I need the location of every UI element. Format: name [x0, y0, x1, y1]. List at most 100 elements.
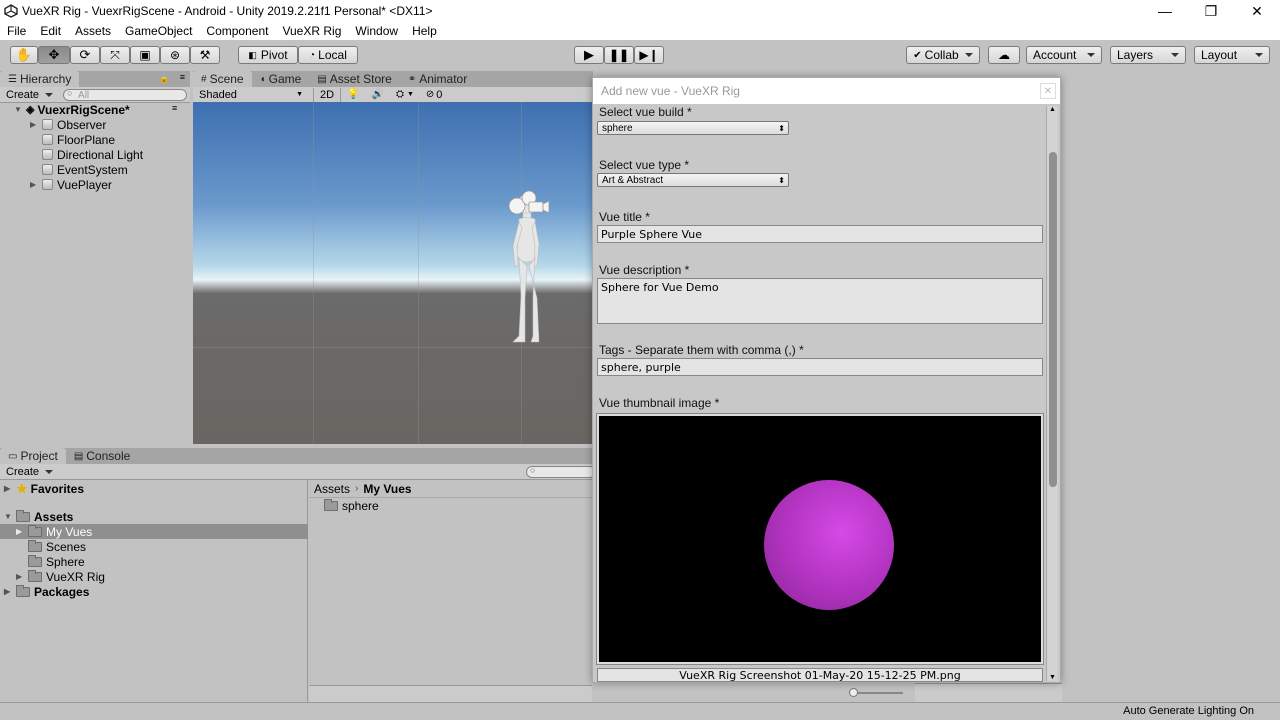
folder-item-sphere[interactable]: sphere [324, 498, 379, 513]
tab-asset-store[interactable]: ▤ Asset Store [309, 71, 399, 87]
assets-item-my-vues[interactable]: ▶ My Vues [0, 524, 308, 539]
scroll-up-icon[interactable]: ▲ [1049, 106, 1056, 113]
scene-viewport[interactable] [193, 102, 593, 444]
assets-item-scenes[interactable]: Scenes [28, 539, 86, 554]
vue-title-input[interactable]: Purple Sphere Vue [597, 225, 1043, 243]
hierarchy-panel: ☰ Hierarchy 🔒 ≡ Create All ▼ ◈ VuexrRigS… [0, 71, 190, 444]
vue-build-select[interactable]: sphere [597, 121, 789, 135]
project-search-input[interactable] [526, 465, 596, 478]
hierarchy-create-label: Create [6, 88, 40, 101]
menu-gameobject[interactable]: GameObject [118, 24, 199, 38]
restore-button[interactable]: ❐ [1188, 0, 1234, 22]
dialog-title: Add new vue - VueXR Rig [601, 84, 740, 98]
tools-icon: ⚒ [199, 48, 211, 62]
scene-menu-icon[interactable]: ≡ [172, 103, 177, 113]
minimize-button[interactable]: — [1142, 0, 1188, 22]
menu-file[interactable]: File [0, 24, 33, 38]
tab-game[interactable]: ◖ Game [252, 71, 310, 87]
panel-menu-icon[interactable]: ≡ [180, 72, 185, 82]
hidden-objects-toggle[interactable]: ⊘ 0 [420, 88, 449, 102]
zoom-slider-handle[interactable] [849, 688, 858, 697]
hierarchy-item-observer[interactable]: ▶ Observer [30, 117, 106, 132]
folder-icon [16, 584, 30, 597]
rotate-tool-button[interactable]: ⟳ [70, 46, 100, 64]
pivot-toggle[interactable]: ◧ Pivot [238, 46, 298, 64]
play-button[interactable]: ▶ [574, 46, 604, 64]
breadcrumb-current[interactable]: My Vues [363, 482, 411, 496]
audio-toggle[interactable]: 🔊 [366, 88, 390, 102]
collapse-triangle-icon[interactable]: ▶ [16, 527, 28, 536]
tab-animator[interactable]: ⚭ Animator [400, 71, 475, 87]
vue-description-textarea[interactable]: Sphere for Vue Demo [597, 278, 1043, 324]
collapse-triangle-icon[interactable]: ▶ [30, 120, 42, 129]
favorites-item[interactable]: ▶ ★ Favorites [4, 481, 84, 496]
assets-item-vuexr-rig[interactable]: ▶ VueXR Rig [16, 569, 105, 584]
tags-input[interactable]: sphere, purple [597, 358, 1043, 376]
pause-button[interactable]: ❚❚ [604, 46, 634, 64]
collapse-triangle-icon[interactable]: ▶ [16, 572, 28, 581]
cloud-button[interactable]: ☁ [988, 46, 1020, 64]
dialog-titlebar[interactable]: Add new vue - VueXR Rig ✕ [593, 78, 1060, 104]
packages-item[interactable]: ▶ Packages [4, 584, 89, 599]
menu-component[interactable]: Component [199, 24, 275, 38]
move-tool-button[interactable]: ✥ [38, 46, 70, 64]
scroll-down-icon[interactable]: ▼ [1049, 674, 1056, 681]
rect-tool-button[interactable]: ▣ [130, 46, 160, 64]
tab-project[interactable]: ▭ Project [0, 448, 66, 464]
dialog-scrollbar-thumb[interactable] [1049, 152, 1057, 487]
account-dropdown[interactable]: Account [1026, 46, 1102, 64]
lock-icon[interactable]: 🔒 [159, 73, 170, 84]
project-create-button[interactable]: Create [0, 465, 59, 479]
layout-dropdown[interactable]: Layout [1194, 46, 1270, 64]
custom-tool-button[interactable]: ⚒ [190, 46, 220, 64]
dropdown-arrow-icon: ▼ [296, 91, 303, 98]
hierarchy-search-input[interactable]: All [63, 88, 188, 101]
collapse-triangle-icon[interactable]: ▶ [4, 587, 16, 596]
project-tree: ▶ ★ Favorites ▼ Assets ▶ My Vues Scenes … [0, 480, 308, 702]
thumbnail-filename[interactable]: VueXR Rig Screenshot 01-May-20 15-12-25 … [597, 668, 1043, 682]
menu-assets[interactable]: Assets [68, 24, 118, 38]
scale-tool-button[interactable]: ⤧ [100, 46, 130, 64]
collapse-triangle-icon[interactable]: ▶ [30, 180, 42, 189]
breadcrumb-root[interactable]: Assets [314, 482, 350, 496]
tab-console[interactable]: ▤ Console [66, 448, 138, 464]
thumbnail-preview[interactable] [596, 413, 1044, 665]
assets-item[interactable]: ▼ Assets [4, 509, 73, 524]
hierarchy-item-directional-light[interactable]: Directional Light [42, 147, 143, 162]
collab-dropdown[interactable]: ✔ Collab [906, 46, 980, 64]
shading-mode-dropdown[interactable]: Shaded ▼ [193, 88, 309, 102]
menu-vuexr-rig[interactable]: VueXR Rig [275, 24, 348, 38]
rect-icon: ▣ [139, 48, 151, 62]
scene-root-item[interactable]: ▼ ◈ VuexrRigScene* [14, 102, 130, 117]
transform-tool-button[interactable]: ⊛ [160, 46, 190, 64]
expand-triangle-icon[interactable]: ▼ [14, 105, 26, 114]
shading-mode-label: Shaded [199, 88, 237, 101]
local-toggle[interactable]: ◔ Local [298, 46, 358, 64]
hierarchy-item-vueplayer[interactable]: ▶ VuePlayer [30, 177, 112, 192]
close-icon[interactable]: ✕ [1040, 83, 1056, 99]
hand-tool-button[interactable]: ✋ [10, 46, 38, 64]
assets-item-sphere[interactable]: Sphere [28, 554, 85, 569]
effects-toggle[interactable]: ⛭ ▼ [390, 88, 420, 102]
toggle-2d-button[interactable]: 2D [313, 87, 342, 102]
hierarchy-create-button[interactable]: Create [0, 88, 59, 102]
tab-hierarchy[interactable]: ☰ Hierarchy [0, 71, 80, 87]
menu-window[interactable]: Window [348, 24, 405, 38]
window-title: VueXR Rig - VuexrRigScene - Android - Un… [22, 4, 433, 18]
step-button[interactable]: ▶❙ [634, 46, 664, 64]
menu-help[interactable]: Help [405, 24, 444, 38]
dialog-scrollbar[interactable]: ▲ ▼ [1046, 106, 1058, 681]
hierarchy-item-eventsystem[interactable]: EventSystem [42, 162, 128, 177]
close-window-button[interactable]: ✕ [1234, 0, 1280, 22]
layers-dropdown[interactable]: Layers [1110, 46, 1186, 64]
zoom-slider-track[interactable] [853, 692, 903, 694]
tab-scene[interactable]: # Scene [193, 71, 252, 87]
expand-triangle-icon[interactable]: ▼ [4, 512, 16, 521]
humanoid-model-icon [508, 190, 550, 343]
collapse-triangle-icon[interactable]: ▶ [4, 484, 16, 493]
lighting-toggle[interactable]: 💡 [341, 88, 365, 102]
hierarchy-item-floorplane[interactable]: FloorPlane [42, 132, 115, 147]
menu-edit[interactable]: Edit [33, 24, 68, 38]
vue-type-select[interactable]: Art & Abstract [597, 173, 789, 187]
toggle-2d-label: 2D [320, 88, 335, 101]
